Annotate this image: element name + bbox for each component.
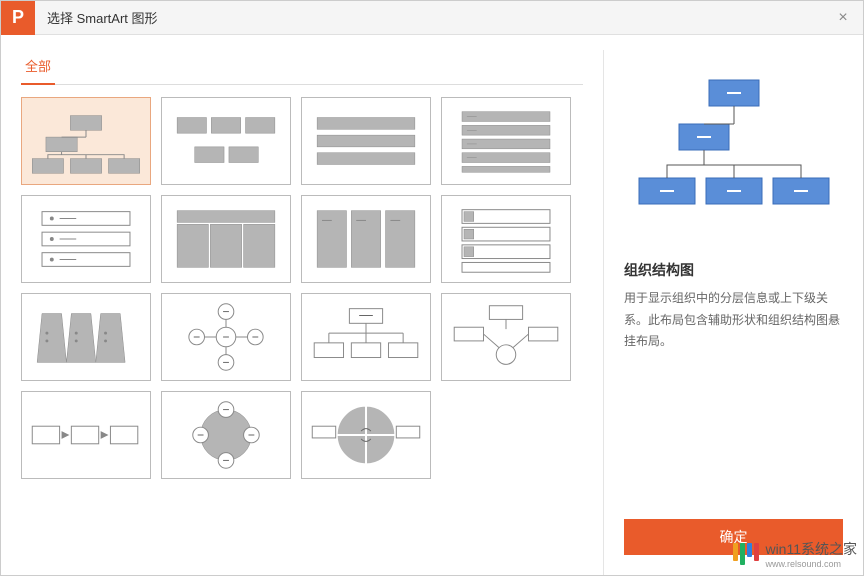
- watermark: win11系统之家 www.relsound.com: [733, 539, 857, 569]
- smartart-radial[interactable]: [161, 293, 291, 381]
- smartart-trapezoid[interactable]: [21, 293, 151, 381]
- smartart-grid: [21, 97, 583, 479]
- smartart-blocks[interactable]: [161, 97, 291, 185]
- smartart-bullet-list[interactable]: [21, 195, 151, 283]
- close-button[interactable]: ×: [823, 1, 863, 35]
- preview-pane: [624, 50, 843, 250]
- titlebar: P 选择 SmartArt 图形 ×: [1, 1, 863, 35]
- smartart-picture-list[interactable]: [441, 195, 571, 283]
- smartart-table-hierarchy[interactable]: [161, 195, 291, 283]
- info-title: 组织结构图: [624, 260, 843, 280]
- smartart-three-columns[interactable]: [301, 195, 431, 283]
- smartart-segmented-cycle[interactable]: [301, 391, 431, 479]
- smartart-vertical-list[interactable]: [441, 97, 571, 185]
- tab-all[interactable]: 全部: [21, 50, 55, 85]
- info-description: 用于显示组织中的分层信息或上下级关系。此布局包含辅助形状和组织结构图悬挂布局。: [624, 288, 843, 353]
- smartart-hierarchy-boxes[interactable]: [301, 293, 431, 381]
- window-title: 选择 SmartArt 图形: [47, 8, 823, 27]
- smartart-org-chart[interactable]: [21, 97, 151, 185]
- smartart-converging[interactable]: [441, 293, 571, 381]
- smartart-list[interactable]: [301, 97, 431, 185]
- smartart-circle-cycle[interactable]: [161, 391, 291, 479]
- app-icon: P: [1, 1, 35, 35]
- category-tabs: 全部: [21, 50, 583, 85]
- smartart-process-arrow[interactable]: [21, 391, 151, 479]
- watermark-brand: win11系统之家: [765, 539, 857, 559]
- watermark-url: www.relsound.com: [765, 559, 857, 569]
